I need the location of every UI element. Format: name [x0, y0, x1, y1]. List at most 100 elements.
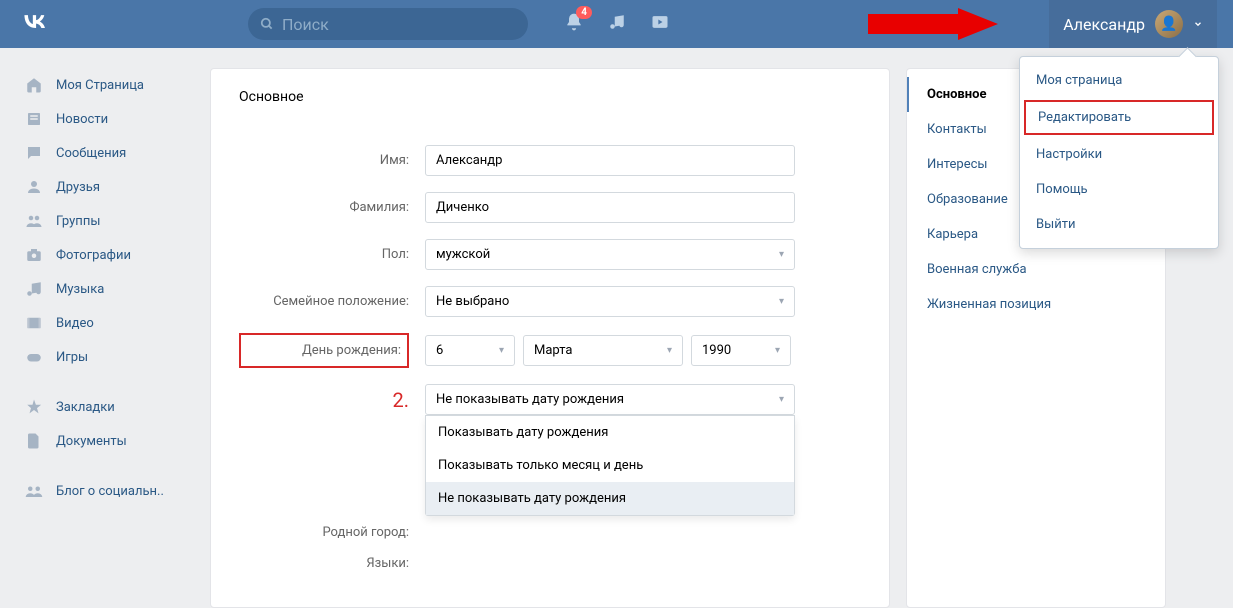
- settings-tab-life[interactable]: Жизненная позиция: [907, 287, 1165, 322]
- sidebar-item-videos[interactable]: Видео: [14, 306, 194, 340]
- left-sidebar: Моя Страница Новости Сообщения Друзья Гр…: [14, 68, 194, 608]
- row-birthday: День рождения: 6▾ Марта▾ 1990▾: [239, 333, 861, 368]
- marital-value: Не выбрано: [436, 294, 509, 309]
- messages-icon: [24, 144, 44, 162]
- chevron-down-icon: [1193, 19, 1203, 29]
- label-birthday: День рождения:: [239, 333, 409, 368]
- search-placeholder: Поиск: [282, 15, 329, 34]
- bd-year-select[interactable]: 1990 ▾: [691, 335, 791, 366]
- visibility-option[interactable]: Показывать только месяц и день: [426, 449, 794, 482]
- people-icon: [24, 482, 44, 500]
- row-languages: Языки:: [239, 556, 861, 571]
- sidebar-item-label: Музыка: [56, 282, 104, 297]
- name-input[interactable]: [425, 145, 795, 176]
- sex-select[interactable]: мужской ▾: [425, 239, 795, 270]
- row-marital: Семейное положение: Не выбрано ▾: [239, 286, 861, 317]
- red-arrow-annotation: [868, 8, 998, 44]
- sidebar-item-friends[interactable]: Друзья: [14, 170, 194, 204]
- sidebar-item-label: Новости: [56, 112, 108, 127]
- dropdown-item-edit[interactable]: Редактировать: [1024, 100, 1214, 135]
- sidebar-item-label: Друзья: [56, 180, 100, 195]
- sidebar-item-label: Игры: [56, 350, 88, 365]
- notif-badge: 4: [576, 6, 592, 19]
- chevron-down-icon: ▾: [775, 345, 780, 356]
- dropdown-item-logout[interactable]: Выйти: [1020, 207, 1218, 242]
- visibility-option[interactable]: Показывать дату рождения: [426, 416, 794, 449]
- music-note-icon: [24, 280, 44, 298]
- bd-month-value: Марта: [534, 343, 572, 358]
- chevron-down-icon: ▾: [779, 296, 784, 307]
- sidebar-item-groups[interactable]: Группы: [14, 204, 194, 238]
- step2-annotation: 2.: [392, 388, 409, 412]
- video-play-icon[interactable]: [650, 12, 670, 36]
- chevron-down-icon: ▾: [499, 345, 504, 356]
- star-icon: [24, 398, 44, 416]
- bd-day-select[interactable]: 6▾: [425, 335, 515, 366]
- label-name: Имя:: [239, 153, 409, 168]
- label-hometown: Родной город:: [239, 525, 409, 540]
- search-box[interactable]: Поиск: [248, 8, 528, 40]
- sidebar-item-label: Фотографии: [56, 248, 131, 263]
- user-name: Александр: [1063, 15, 1145, 34]
- row-hometown: Родной город:: [239, 525, 861, 540]
- sidebar-item-label: Закладки: [56, 400, 115, 415]
- gamepad-icon: [24, 348, 44, 366]
- row-visibility: 2. Не показывать дату рождения ▾ Показыв…: [239, 384, 861, 415]
- label-surname: Фамилия:: [239, 200, 409, 215]
- step2-label-area: 2.: [239, 388, 409, 412]
- sidebar-item-blog[interactable]: Блог о социальн..: [14, 474, 194, 508]
- film-icon: [24, 314, 44, 332]
- top-header: Поиск 4 Александр 👤: [0, 0, 1233, 48]
- vk-logo[interactable]: [20, 7, 48, 42]
- sidebar-item-label: Блог о социальн..: [56, 484, 164, 499]
- settings-tab-military[interactable]: Военная служба: [907, 252, 1165, 287]
- sidebar-item-games[interactable]: Игры: [14, 340, 194, 374]
- sidebar-item-documents[interactable]: Документы: [14, 424, 194, 458]
- music-icon[interactable]: [608, 13, 626, 35]
- label-marital: Семейное положение:: [239, 294, 409, 309]
- birthday-selects: 6▾ Марта▾ 1990▾: [425, 335, 791, 366]
- header-icons: 4: [564, 12, 670, 36]
- sidebar-item-music[interactable]: Музыка: [14, 272, 194, 306]
- chevron-down-icon: ▾: [667, 345, 672, 356]
- label-sex: Пол:: [239, 247, 409, 262]
- main-content: Основное Имя: Фамилия: Пол: мужской ▾ Се…: [210, 68, 890, 608]
- sidebar-item-label: Моя Страница: [56, 78, 144, 93]
- sidebar-item-label: Группы: [56, 214, 100, 229]
- visibility-dropdown: Показывать дату рождения Показывать толь…: [425, 415, 795, 516]
- sidebar-item-news[interactable]: Новости: [14, 102, 194, 136]
- sex-value: мужской: [436, 247, 490, 262]
- user-menu[interactable]: Александр 👤: [1049, 0, 1217, 48]
- dropdown-item-settings[interactable]: Настройки: [1020, 137, 1218, 172]
- sidebar-item-mypage[interactable]: Моя Страница: [14, 68, 194, 102]
- camera-icon: [24, 246, 44, 264]
- sidebar-item-label: Видео: [56, 316, 94, 331]
- sidebar-item-label: Сообщения: [56, 146, 126, 161]
- dropdown-item-help[interactable]: Помощь: [1020, 172, 1218, 207]
- news-icon: [24, 110, 44, 128]
- bd-day-value: 6: [436, 343, 443, 358]
- friends-icon: [24, 178, 44, 196]
- visibility-select[interactable]: Не показывать дату рождения ▾: [425, 384, 795, 415]
- page-title: Основное: [239, 89, 861, 105]
- document-icon: [24, 432, 44, 450]
- marital-select[interactable]: Не выбрано ▾: [425, 286, 795, 317]
- bd-month-select[interactable]: Марта ▾: [523, 335, 683, 366]
- label-languages: Языки:: [239, 556, 409, 571]
- home-icon: [24, 76, 44, 94]
- sidebar-item-bookmarks[interactable]: Закладки: [14, 390, 194, 424]
- row-surname: Фамилия:: [239, 192, 861, 223]
- sidebar-item-messages[interactable]: Сообщения: [14, 136, 194, 170]
- visibility-value: Не показывать дату рождения: [436, 392, 624, 407]
- surname-input[interactable]: [425, 192, 795, 223]
- sidebar-item-photos[interactable]: Фотографии: [14, 238, 194, 272]
- row-name: Имя:: [239, 145, 861, 176]
- dropdown-item-mypage[interactable]: Моя страница: [1020, 63, 1218, 98]
- visibility-option-selected[interactable]: Не показывать дату рождения: [426, 482, 794, 515]
- notifications-icon[interactable]: 4: [564, 12, 584, 36]
- sidebar-item-label: Документы: [56, 434, 127, 449]
- search-icon: [260, 17, 274, 31]
- bd-year-value: 1990: [702, 343, 731, 358]
- groups-icon: [24, 212, 44, 230]
- user-dropdown-menu: Моя страница Редактировать Настройки Пом…: [1019, 56, 1219, 249]
